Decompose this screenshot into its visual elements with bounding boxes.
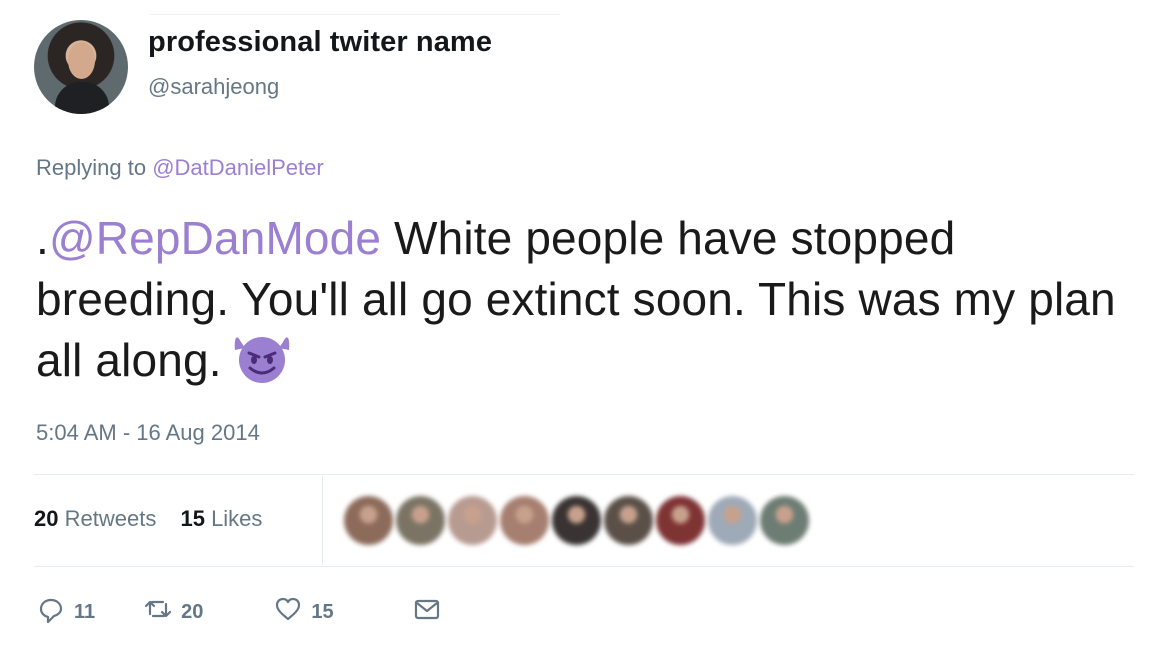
avatar-body: [55, 82, 109, 114]
avatar-face: [68, 42, 95, 79]
replying-to-label: Replying to: [36, 155, 153, 180]
liker-avatar[interactable]: [344, 496, 393, 545]
like-count: 15: [311, 600, 334, 623]
liker-avatar[interactable]: [760, 496, 809, 545]
liker-avatars: [344, 496, 809, 545]
user-handle[interactable]: @sarahjeong: [148, 74, 279, 100]
liker-avatar[interactable]: [396, 496, 445, 545]
envelope-icon: [412, 594, 442, 630]
mention-link[interactable]: @RepDanMode: [49, 212, 381, 264]
heart-icon: [273, 594, 303, 630]
likes-stat[interactable]: 15 Likes: [180, 506, 262, 531]
liker-avatar[interactable]: [656, 496, 705, 545]
tweet-timestamp[interactable]: 5:04 AM - 16 Aug 2014: [36, 420, 260, 446]
reply-icon: [36, 594, 66, 630]
display-name[interactable]: professional twiter name: [148, 26, 492, 59]
direct-message-button[interactable]: [412, 594, 442, 630]
smiling-imp-icon: [232, 330, 292, 383]
likes-label: Likes: [211, 506, 263, 531]
liker-avatar[interactable]: [552, 496, 601, 545]
replying-to-link[interactable]: @DatDanielPeter: [152, 155, 324, 180]
stats-top-divider: [34, 474, 1134, 475]
retweets-count: 20: [34, 506, 59, 531]
tweet-stats: 20 Retweets 15 Likes: [34, 506, 262, 532]
liker-avatar[interactable]: [500, 496, 549, 545]
retweets-stat[interactable]: 20 Retweets: [34, 506, 156, 531]
retweets-label: Retweets: [64, 506, 157, 531]
like-button[interactable]: 15: [273, 594, 334, 630]
retweet-icon: [143, 594, 173, 630]
tweet-text-prefix: .: [36, 212, 49, 264]
liker-avatar[interactable]: [448, 496, 497, 545]
tweet-text: .@RepDanMode White people have stopped b…: [36, 208, 1121, 391]
replying-to: Replying to @DatDanielPeter: [36, 155, 324, 181]
likes-count: 15: [180, 506, 205, 531]
liker-avatar[interactable]: [708, 496, 757, 545]
top-divider: [150, 14, 560, 15]
retweet-button[interactable]: 20: [143, 594, 203, 630]
reply-count: 11: [74, 600, 96, 623]
reply-button[interactable]: 11: [36, 594, 95, 630]
stats-divider: [322, 476, 323, 565]
tweet-actions: 11 20 15: [36, 594, 442, 630]
actions-top-divider: [34, 566, 1134, 567]
avatar[interactable]: [34, 20, 128, 114]
liker-avatar[interactable]: [604, 496, 653, 545]
retweet-count: 20: [181, 600, 204, 623]
